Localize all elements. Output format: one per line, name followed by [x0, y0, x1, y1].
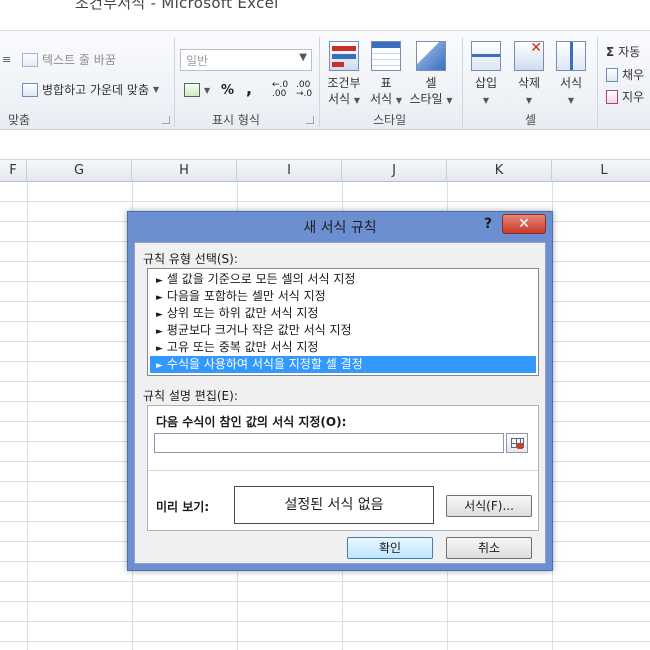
formula-input[interactable]	[154, 433, 504, 453]
rule-type-item[interactable]: ► 평균보다 크거나 작은 값만 서식 지정	[150, 322, 536, 339]
chevron-down-icon: ▼	[446, 96, 453, 105]
help-button[interactable]: ?	[484, 216, 492, 232]
chevron-down-icon: ▼	[395, 96, 403, 105]
column-header[interactable]: K	[447, 160, 552, 182]
styles-group-label: 스타일	[373, 113, 407, 127]
formula-label: 다음 수식이 참인 값의 서식 지정(O):	[156, 415, 347, 429]
range-select-marker	[517, 443, 523, 449]
number-group-label: 표시 형식	[212, 113, 260, 127]
new-format-rule-dialog: 새 서식 규칙 ? ✕ 규칙 유형 선택(S): ► 셀 값을 기준으로 모든 셀…	[127, 211, 553, 571]
window-title: 조건부서식 - Microsoft Excel	[75, 0, 279, 12]
rule-type-item[interactable]: ► 상위 또는 하위 값만 서식 지정	[150, 305, 536, 322]
chevron-down-icon: ▼	[525, 96, 533, 105]
title-bar: 조건부서식 - Microsoft Excel	[0, 0, 650, 30]
rule-type-item-selected[interactable]: ► 수식을 사용하여 서식을 지정할 셀 결정	[150, 356, 536, 373]
chevron-down-icon: ▼	[299, 52, 307, 63]
arrow-right-icon: ►	[156, 293, 163, 303]
column-header[interactable]: H	[132, 160, 237, 182]
formula-bar[interactable]	[0, 130, 650, 160]
clear-button[interactable]: 지우	[606, 88, 644, 105]
column-headers: F G H I J K L	[0, 160, 650, 182]
arrow-right-icon: ►	[156, 310, 163, 320]
column-header[interactable]: I	[237, 160, 342, 182]
merge-center-icon	[22, 82, 38, 97]
rule-description-panel: 다음 수식이 참인 값의 서식 지정(O): 미리 보기: 설정된 서식 없음 …	[147, 405, 539, 531]
close-button[interactable]: ✕	[502, 214, 546, 234]
alignment-launcher-icon[interactable]	[162, 116, 170, 124]
fill-button[interactable]: 채우	[606, 66, 644, 83]
rule-description-label: 규칙 설명 편집(E):	[143, 389, 238, 403]
rule-type-item[interactable]: ► 셀 값을 기준으로 모든 셀의 서식 지정	[150, 271, 536, 288]
column-header[interactable]: G	[27, 160, 132, 182]
column-header[interactable]: L	[552, 160, 650, 182]
align-left-icon[interactable]: ≡	[2, 53, 11, 66]
format-preview: 설정된 서식 없음	[234, 486, 434, 524]
cells-group-label: 셀	[525, 113, 537, 127]
ribbon-divider	[174, 37, 175, 127]
preview-label: 미리 보기:	[156, 500, 210, 514]
increase-decimal-button[interactable]: ←.0 .00	[272, 81, 288, 99]
table-format-icon	[371, 41, 401, 71]
arrow-right-icon: ►	[156, 361, 163, 371]
column-header[interactable]: J	[342, 160, 447, 182]
chevron-down-icon: ▼	[204, 85, 211, 95]
rule-type-item[interactable]: ► 다음을 포함하는 셀만 서식 지정	[150, 288, 536, 305]
ribbon: ≡ 텍스트 줄 바꿈 병합하고 가운데 맞춤 ▼ 맞춤 일반 ▼ ▼ % , ←…	[0, 30, 650, 130]
alignment-group-label: 맞춤	[8, 113, 31, 127]
percent-button[interactable]: %	[221, 83, 234, 98]
cell-styles-icon	[416, 41, 446, 71]
dialog-body: 규칙 유형 선택(S): ► 셀 값을 기준으로 모든 셀의 서식 지정 ► 다음을…	[134, 242, 546, 564]
wrap-text-icon	[22, 52, 38, 67]
cell-styles-button[interactable]: 셀 스타일 ▼	[405, 41, 457, 109]
eraser-icon	[606, 89, 618, 104]
fill-down-icon	[606, 67, 618, 82]
column-header[interactable]: F	[0, 160, 27, 182]
insert-cells-icon	[471, 41, 501, 71]
chevron-down-icon: ▼	[153, 85, 160, 94]
rule-type-label: 규칙 유형 선택(S):	[143, 252, 238, 266]
range-select-button[interactable]	[506, 433, 528, 453]
decrease-decimal-button[interactable]: .00 →.0	[296, 81, 312, 99]
arrow-right-icon: ►	[156, 276, 163, 286]
number-launcher-icon[interactable]	[306, 116, 314, 124]
arrow-right-icon: ►	[156, 344, 163, 354]
ok-button[interactable]: 확인	[347, 537, 433, 559]
format-cells-button[interactable]: 서식 ▼	[545, 41, 597, 109]
conditional-formatting-icon	[329, 41, 359, 71]
chevron-down-icon: ▼	[567, 96, 575, 105]
format-button[interactable]: 서식(F)...	[446, 495, 532, 517]
cancel-button[interactable]: 취소	[446, 537, 532, 559]
accounting-format-button[interactable]: ▼	[184, 83, 210, 97]
format-cells-icon	[556, 41, 586, 71]
rule-type-list[interactable]: ► 셀 값을 기준으로 모든 셀의 서식 지정 ► 다음을 포함하는 셀만 서식 지…	[147, 268, 539, 376]
panel-divider	[148, 470, 538, 471]
wrap-text-button[interactable]: 텍스트 줄 바꿈	[22, 51, 116, 68]
currency-icon	[184, 83, 200, 97]
arrow-right-icon: ►	[156, 327, 163, 337]
comma-button[interactable]: ,	[246, 79, 252, 98]
sigma-icon: Σ	[606, 44, 615, 59]
merge-center-button[interactable]: 병합하고 가운데 맞춤 ▼	[22, 81, 159, 98]
autosum-button[interactable]: Σ 자동	[606, 43, 640, 60]
delete-cells-icon: ✕	[514, 40, 544, 71]
number-format-select[interactable]: 일반 ▼	[180, 49, 312, 71]
chevron-down-icon: ▼	[482, 96, 490, 105]
rule-type-item[interactable]: ► 고유 또는 중복 값만 서식 지정	[150, 339, 536, 356]
ribbon-divider	[597, 37, 598, 127]
